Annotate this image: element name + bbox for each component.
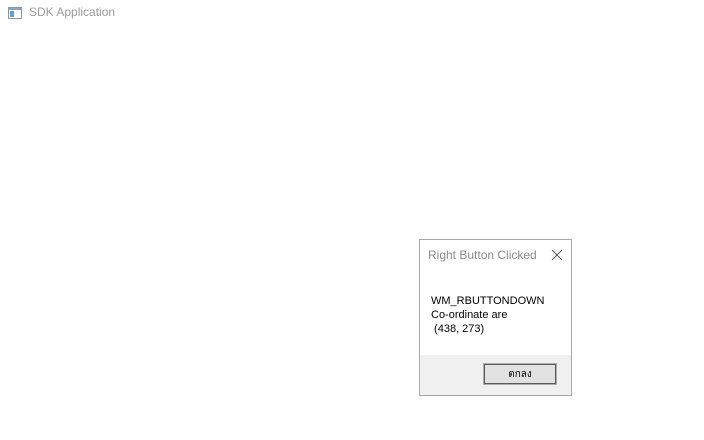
message-line: (438, 273) xyxy=(431,323,485,335)
dialog-message: WM_RBUTTONDOWN Co-ordinate are (438, 273… xyxy=(431,294,565,336)
app-window-icon xyxy=(8,6,22,19)
close-icon[interactable] xyxy=(548,246,566,264)
window-titlebar[interactable]: SDK Application xyxy=(0,0,704,26)
ok-button[interactable]: ตกลง xyxy=(483,363,557,385)
dialog-title: Right Button Clicked xyxy=(428,248,537,262)
dialog-footer: ตกลง xyxy=(420,355,571,395)
message-line: WM_RBUTTONDOWN xyxy=(431,295,545,307)
window-title: SDK Application xyxy=(29,5,116,19)
dialog-titlebar[interactable]: Right Button Clicked xyxy=(420,240,571,270)
message-box-dialog: Right Button Clicked WM_RBUTTONDOWN Co-o… xyxy=(419,239,572,396)
main-window: SDK Application Right Button Clicked WM_… xyxy=(0,0,704,440)
message-line: Co-ordinate are xyxy=(431,309,508,321)
